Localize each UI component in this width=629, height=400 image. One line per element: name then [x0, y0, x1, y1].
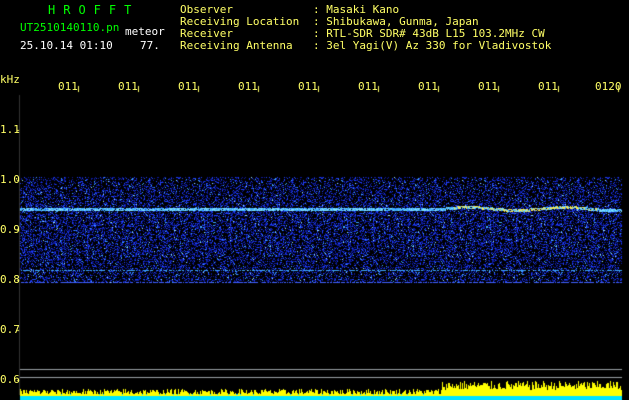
x-tick: 0120 — [595, 80, 622, 93]
y-tick: 1.0 — [0, 173, 20, 186]
spectrogram-canvas — [0, 0, 629, 400]
x-tick: 011 — [358, 80, 378, 93]
x-tick: 011 — [538, 80, 558, 93]
x-tick: 011 — [58, 80, 78, 93]
y-tick: 0.9 — [0, 223, 20, 236]
y-tick: 1.1 — [0, 123, 20, 136]
info-antenna-value: : 3el Yagi(V) Az 330 for Vladivostok — [313, 39, 552, 52]
y-tick: 0.6 — [0, 373, 20, 386]
file-name: UT2510140110.pn — [20, 21, 120, 34]
date-time: 25.10.14 01:10 — [20, 39, 113, 52]
app-title: HROFFT — [48, 3, 140, 17]
y-axis-unit: kHz — [0, 73, 20, 86]
mode-label: meteor — [125, 25, 165, 38]
y-tick: 0.7 — [0, 323, 20, 336]
info-antenna-label: Receiving Antenna — [180, 39, 293, 52]
x-tick: 011 — [478, 80, 498, 93]
x-tick: 011 — [418, 80, 438, 93]
y-tick: 0.8 — [0, 273, 20, 286]
x-tick: 011 — [178, 80, 198, 93]
x-tick: 011 — [118, 80, 138, 93]
code-value: 77. — [140, 39, 160, 52]
x-tick: 011 — [298, 80, 318, 93]
x-tick: 011 — [238, 80, 258, 93]
